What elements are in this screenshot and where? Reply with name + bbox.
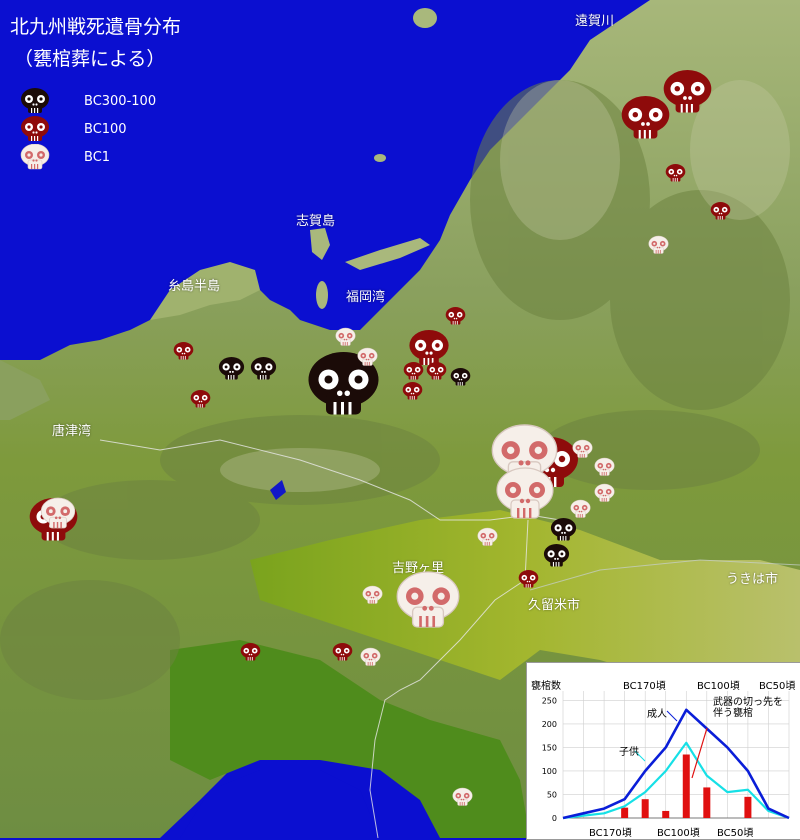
skull-marker[interactable] [360, 647, 381, 666]
skull-marker[interactable] [335, 327, 356, 346]
skull-marker[interactable] [665, 164, 686, 182]
skull-marker[interactable] [403, 362, 424, 380]
skull-marker[interactable] [621, 96, 670, 139]
chart-bottom-label: BC50頃 [717, 828, 754, 839]
chart-y-tick: 200 [542, 720, 557, 729]
chart-y-tick: 100 [542, 767, 557, 776]
skull-marker[interactable] [409, 330, 449, 365]
chart-y-tick: 50 [547, 790, 557, 799]
chart-annotation: 武器の切っ先を伴う甕棺 [713, 697, 783, 719]
skull-marker[interactable] [362, 585, 383, 604]
skull-marker[interactable] [240, 643, 261, 661]
chart-bottom-label: BC170頃 [589, 828, 632, 839]
chart-series-label: 子供 [619, 747, 639, 758]
chart-top-label: BC50頃 [759, 681, 796, 692]
skull-marker[interactable] [570, 499, 591, 518]
chart-line-child [562, 741, 790, 820]
chart-annotation-arrow [666, 710, 678, 722]
skull-marker[interactable] [452, 787, 473, 806]
chart-y-tick: 250 [542, 696, 557, 705]
chart-y-tick: 150 [542, 743, 557, 752]
skull-marker[interactable] [594, 483, 615, 502]
skull-marker[interactable] [450, 368, 471, 386]
skull-marker[interactable] [426, 362, 447, 380]
skull-marker[interactable] [250, 357, 277, 380]
chart-bar [621, 807, 629, 818]
chart-top-label: BC100頃 [697, 681, 740, 692]
skull-marker[interactable] [663, 70, 712, 113]
chart-ylabel: 甕棺数 [531, 681, 561, 692]
chart-y-tick: 0 [552, 814, 557, 823]
skull-marker[interactable] [710, 202, 731, 220]
chart-bar [662, 810, 670, 818]
skull-marker[interactable] [396, 571, 460, 628]
chart-bar [641, 799, 649, 818]
chart-bar [682, 754, 690, 818]
skull-marker[interactable] [332, 643, 353, 661]
skull-marker[interactable] [190, 390, 211, 408]
skull-marker[interactable] [402, 382, 423, 400]
chart-top-label: BC170頃 [623, 681, 666, 692]
skull-marker[interactable] [496, 467, 554, 519]
chart-bar [703, 787, 711, 818]
skull-marker[interactable] [173, 342, 194, 360]
chart-bottom-label: BC100頃 [657, 828, 700, 839]
chart-line-adult [562, 708, 790, 820]
skull-marker[interactable] [477, 527, 498, 546]
chart-series-label: 成人 [647, 709, 667, 720]
skull-marker[interactable] [594, 457, 615, 476]
inset-chart: 0 50 100 150 200 250 甕棺数 BC170頃 BC100頃 BC50頃 … [526, 662, 800, 840]
skull-marker[interactable] [550, 518, 577, 541]
skull-marker[interactable] [445, 307, 466, 325]
skull-marker[interactable] [648, 235, 669, 254]
chart-bar [744, 796, 752, 818]
skull-marker[interactable] [518, 570, 539, 588]
skull-marker[interactable] [543, 544, 570, 567]
skull-marker[interactable] [218, 357, 245, 380]
